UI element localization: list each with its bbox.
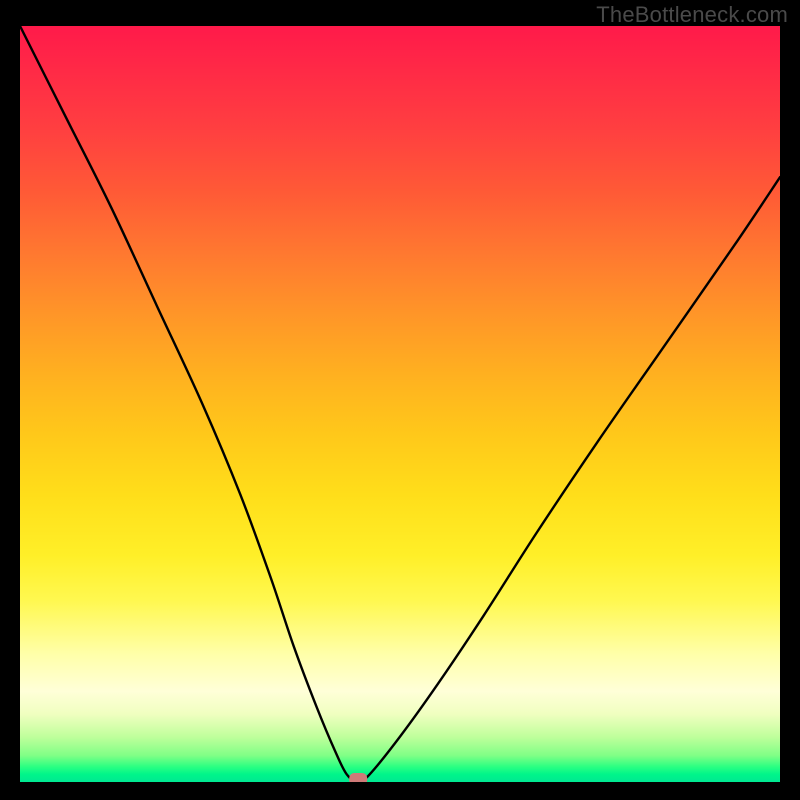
chart-svg <box>20 26 780 782</box>
bottleneck-curve-path <box>20 26 780 782</box>
watermark-text: TheBottleneck.com <box>596 2 788 28</box>
chart-frame <box>20 26 780 782</box>
optimal-point-marker <box>349 773 367 782</box>
